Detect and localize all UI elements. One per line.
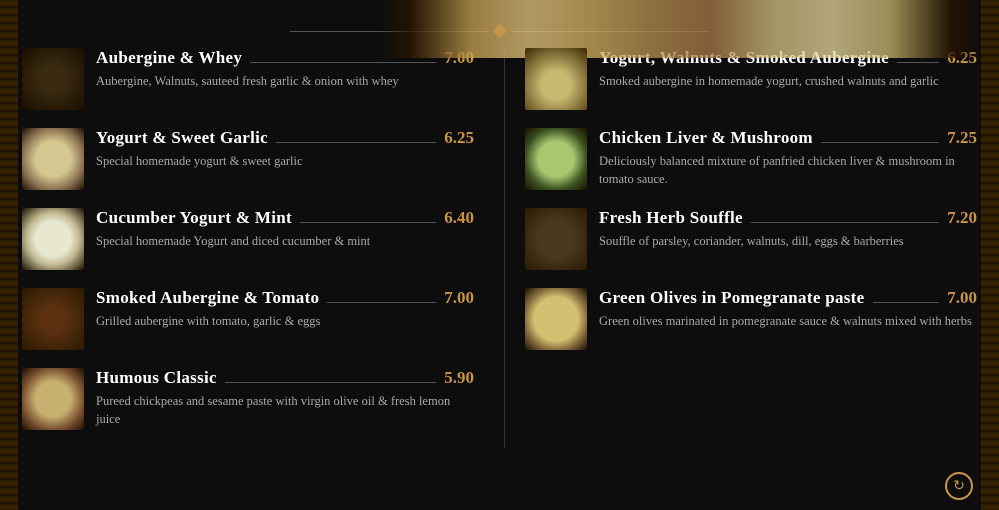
menu-item: Fresh Herb Souffle 7.20 Souffle of parsl… <box>525 208 977 270</box>
menu-item-price: 7.00 <box>444 288 474 308</box>
menu-item-title-row: Yogurt & Sweet Garlic 6.25 <box>96 128 474 148</box>
menu-item-description: Smoked aubergine in homemade yogurt, cru… <box>599 72 977 90</box>
menu-item-details: Cucumber Yogurt & Mint 6.40 Special home… <box>96 208 474 250</box>
left-column: Aubergine & Whey 7.00 Aubergine, Walnuts… <box>22 48 494 448</box>
menu-item-description: Aubergine, Walnuts, sauteed fresh garlic… <box>96 72 474 90</box>
menu-item-details: Smoked Aubergine & Tomato 7.00 Grilled a… <box>96 288 474 330</box>
menu-item-name: Smoked Aubergine & Tomato <box>96 288 319 308</box>
menu-item-title-row: Green Olives in Pomegranate paste 7.00 <box>599 288 977 308</box>
scroll-arrow-icon: ↻ <box>953 478 965 495</box>
menu-item: Green Olives in Pomegranate paste 7.00 G… <box>525 288 977 350</box>
menu-item: Chicken Liver & Mushroom 7.25 Deliciousl… <box>525 128 977 190</box>
menu-item-name: Chicken Liver & Mushroom <box>599 128 813 148</box>
menu-item-price: 6.40 <box>444 208 474 228</box>
menu-item-image <box>22 368 84 430</box>
menu-item-title-row: Cucumber Yogurt & Mint 6.40 <box>96 208 474 228</box>
menu-item-details: Fresh Herb Souffle 7.20 Souffle of parsl… <box>599 208 977 250</box>
menu-item: Yogurt & Sweet Garlic 6.25 Special homem… <box>22 128 474 190</box>
menu-item-dots <box>897 62 939 63</box>
menu-item-dots <box>225 382 436 383</box>
menu-item: Smoked Aubergine & Tomato 7.00 Grilled a… <box>22 288 474 350</box>
menu-item-details: Yogurt & Sweet Garlic 6.25 Special homem… <box>96 128 474 170</box>
right-border <box>981 0 999 510</box>
menu-item-name: Yogurt & Sweet Garlic <box>96 128 268 148</box>
menu-item-description: Grilled aubergine with tomato, garlic & … <box>96 312 474 330</box>
menu-item-image <box>525 48 587 110</box>
right-column: Yogurt, Walnuts & Smoked Aubergine 6.25 … <box>504 48 977 448</box>
menu-item-details: Green Olives in Pomegranate paste 7.00 G… <box>599 288 977 330</box>
menu-item-dots <box>300 222 436 223</box>
menu-item-image <box>525 128 587 190</box>
menu-item-description: Special homemade yogurt & sweet garlic <box>96 152 474 170</box>
menu-item-details: Chicken Liver & Mushroom 7.25 Deliciousl… <box>599 128 977 188</box>
menu-item-dots <box>250 62 436 63</box>
menu-item-details: Humous Classic 5.90 Pureed chickpeas and… <box>96 368 474 428</box>
scroll-indicator[interactable]: ↻ <box>945 472 973 500</box>
menu-item-title-row: Chicken Liver & Mushroom 7.25 <box>599 128 977 148</box>
menu-item-dots <box>821 142 939 143</box>
menu-item-description: Pureed chickpeas and sesame paste with v… <box>96 392 474 428</box>
menu-item-name: Green Olives in Pomegranate paste <box>599 288 865 308</box>
menu-item-price: 7.00 <box>947 288 977 308</box>
menu-content: Aubergine & Whey 7.00 Aubergine, Walnuts… <box>0 48 999 458</box>
menu-item-title-row: Fresh Herb Souffle 7.20 <box>599 208 977 228</box>
menu-item-dots <box>873 302 940 303</box>
menu-item-title-row: Humous Classic 5.90 <box>96 368 474 388</box>
menu-item-image <box>22 288 84 350</box>
menu-item-image <box>22 128 84 190</box>
menu-item-image <box>22 48 84 110</box>
menu-item-dots <box>751 222 939 223</box>
menu-item-title-row: Smoked Aubergine & Tomato 7.00 <box>96 288 474 308</box>
menu-item-image <box>525 288 587 350</box>
menu-item-description: Special homemade Yogurt and diced cucumb… <box>96 232 474 250</box>
menu-item: Humous Classic 5.90 Pureed chickpeas and… <box>22 368 474 430</box>
menu-item-price: 7.20 <box>947 208 977 228</box>
menu-item-image <box>525 208 587 270</box>
menu-item-description: Green olives marinated in pomegranate sa… <box>599 312 977 330</box>
menu-item-description: Souffle of parsley, coriander, walnuts, … <box>599 232 977 250</box>
page-header <box>0 0 999 20</box>
menu-item: Cucumber Yogurt & Mint 6.40 Special home… <box>22 208 474 270</box>
menu-item-name: Aubergine & Whey <box>96 48 242 68</box>
menu-item-price: 7.25 <box>947 128 977 148</box>
menu-item-image <box>22 208 84 270</box>
menu-item-description: Deliciously balanced mixture of panfried… <box>599 152 977 188</box>
menu-item-price: 5.90 <box>444 368 474 388</box>
menu-item-dots <box>276 142 436 143</box>
menu-item-name: Cucumber Yogurt & Mint <box>96 208 292 228</box>
menu-item-price: 6.25 <box>444 128 474 148</box>
menu-item-name: Humous Classic <box>96 368 217 388</box>
left-border <box>0 0 18 510</box>
menu-item-dots <box>327 302 436 303</box>
menu-item-name: Fresh Herb Souffle <box>599 208 743 228</box>
